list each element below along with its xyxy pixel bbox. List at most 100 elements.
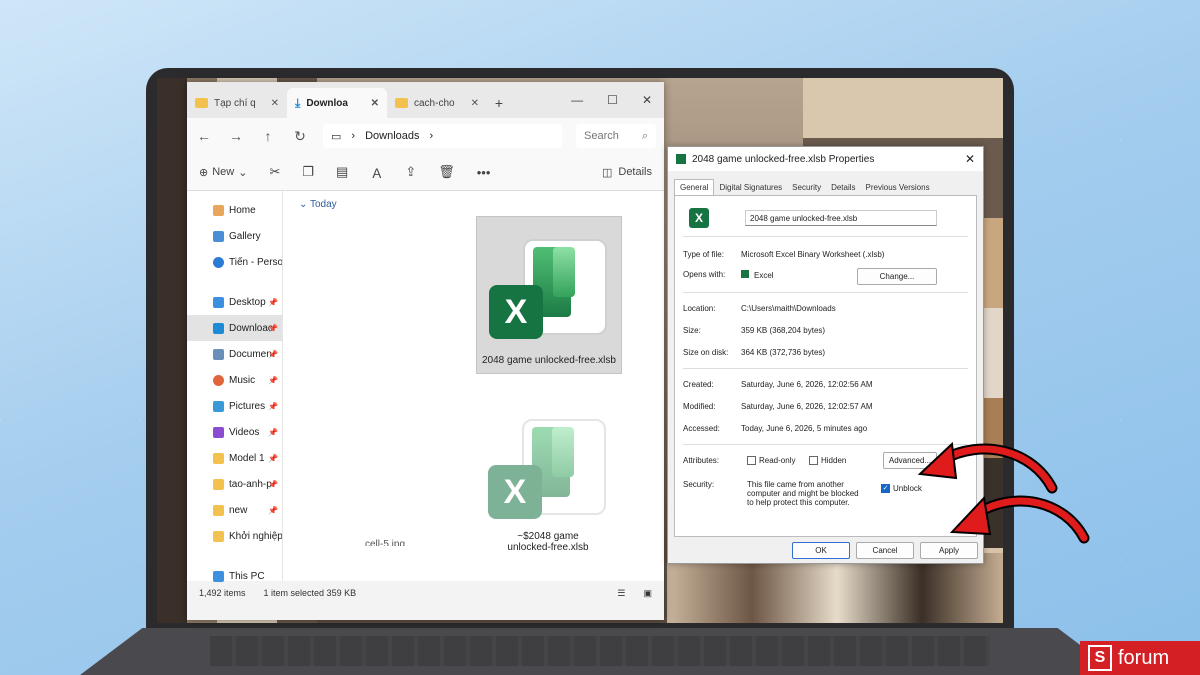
- tab-label: cach-cho: [414, 97, 455, 109]
- back-arrow-icon[interactable]: ←: [195, 128, 213, 144]
- sidebar-item-desktop[interactable]: Desktop 📌: [187, 289, 282, 315]
- ok-button[interactable]: OK: [792, 542, 850, 559]
- dialog-titlebar: 2048 game unlocked-free.xlsb Properties …: [668, 147, 983, 171]
- size-value: 359 KB (368,204 bytes): [741, 326, 826, 335]
- share-icon[interactable]: ⇪: [405, 164, 416, 180]
- checkbox-box[interactable]: [747, 456, 756, 466]
- sidebar-item-documents[interactable]: Documen 📌: [187, 341, 282, 367]
- list-view-icon[interactable]: ☰: [617, 588, 625, 599]
- sidebar-item-tao-anh[interactable]: tao-anh-p 📌: [187, 471, 282, 497]
- modified-value: Saturday, June 6, 2026, 12:02:57 AM: [741, 402, 873, 411]
- sidebar-item-new[interactable]: new 📌: [187, 497, 282, 523]
- window-controls: — ☐ ✕: [559, 82, 664, 118]
- address-bar[interactable]: ▭ › Downloads ›: [323, 124, 562, 148]
- sidebar-item-khoi-nghiep[interactable]: Khởi nghiệp,: [187, 523, 282, 549]
- pin-icon: 📌: [268, 505, 278, 515]
- file-item-selected[interactable]: X 2048 game unlocked-free.xlsb: [476, 216, 622, 374]
- sidebar-item-videos[interactable]: Videos 📌: [187, 419, 282, 445]
- chevron-right-icon[interactable]: ›: [430, 130, 434, 142]
- group-header-today[interactable]: ⌄ Today: [299, 199, 337, 210]
- rename-icon[interactable]: Ａ: [370, 163, 383, 182]
- pin-icon: 📌: [268, 323, 278, 333]
- tab-cach-cho[interactable]: cach-cho ✕: [387, 88, 487, 118]
- copy-icon[interactable]: ❐: [302, 164, 314, 180]
- tab-downloads[interactable]: ⤓ Downloa ✕: [287, 88, 387, 118]
- change-button[interactable]: Change...: [857, 268, 937, 285]
- tile-view-icon[interactable]: ▣: [643, 588, 652, 599]
- folder-icon: [213, 504, 224, 516]
- checkbox-box[interactable]: [809, 456, 818, 466]
- sidebar-item-label: Tiến - Person: [229, 256, 282, 268]
- tab-previous-versions[interactable]: Previous Versions: [861, 180, 935, 195]
- tab-label: Tạp chí q: [214, 97, 256, 109]
- tab-details[interactable]: Details: [826, 180, 860, 195]
- sidebar-item-gallery[interactable]: Gallery: [187, 223, 282, 249]
- search-input[interactable]: Search ⌕: [576, 124, 656, 148]
- delete-icon[interactable]: 🗑: [438, 164, 455, 180]
- folder-icon: [213, 478, 224, 490]
- details-button[interactable]: ◫ Details: [602, 166, 652, 179]
- tab-security[interactable]: Security: [787, 180, 826, 195]
- tab-tap-chi[interactable]: Tạp chí q ✕: [187, 88, 287, 118]
- opens-value: Excel: [741, 270, 774, 280]
- download-icon: ⤓: [295, 95, 301, 110]
- filename-field[interactable]: 2048 game unlocked-free.xlsb: [745, 210, 937, 226]
- pictures-icon: [213, 400, 224, 412]
- folder-icon: [213, 452, 224, 464]
- sidebar-item-downloads[interactable]: Downloac 📌: [187, 315, 282, 341]
- chevron-right-icon: ›: [351, 130, 356, 142]
- close-tab-icon[interactable]: ✕: [271, 98, 279, 109]
- partial-file-name: cell-5.jpg: [364, 539, 406, 546]
- refresh-icon[interactable]: ↻: [291, 128, 309, 145]
- details-label: Details: [618, 166, 652, 178]
- more-options-icon[interactable]: •••: [477, 165, 491, 180]
- plus-circle-icon: ⊕: [199, 166, 209, 179]
- new-tab-button[interactable]: +: [487, 88, 511, 118]
- location-value: C:\Users\maith\Downloads: [741, 304, 836, 313]
- excel-file-icon[interactable]: X: [488, 419, 606, 519]
- new-button[interactable]: ⊕ New ⌄: [199, 166, 247, 179]
- sidebar-item-model-1[interactable]: Model 1 📌: [187, 445, 282, 471]
- close-button[interactable]: ✕: [642, 93, 652, 107]
- pin-icon: 📌: [268, 453, 278, 463]
- sidebar-item-pictures[interactable]: Pictures 📌: [187, 393, 282, 419]
- new-label: New: [212, 166, 235, 178]
- pin-icon: 📌: [268, 427, 278, 437]
- pin-icon: 📌: [268, 297, 278, 307]
- tab-general[interactable]: General: [674, 179, 715, 195]
- tab-digital-signatures[interactable]: Digital Signatures: [714, 180, 787, 195]
- item-count: 1,492 items: [199, 588, 246, 598]
- close-tab-icon[interactable]: ✕: [371, 98, 379, 109]
- dialog-title: 2048 game unlocked-free.xlsb Properties: [692, 153, 875, 165]
- sidebar-item-home[interactable]: Home: [187, 197, 282, 223]
- file-name[interactable]: ~$2048 game unlocked-free.xlsb: [498, 531, 598, 553]
- sidebar-item-this-pc[interactable]: This PC: [187, 563, 282, 589]
- hidden-checkbox[interactable]: Hidden: [809, 456, 846, 466]
- cancel-button[interactable]: Cancel: [856, 542, 914, 559]
- security-label: Security:: [683, 480, 715, 489]
- close-icon[interactable]: ✕: [965, 152, 975, 166]
- created-value: Saturday, June 6, 2026, 12:02:56 AM: [741, 380, 873, 389]
- annotation-arrow-apply: [949, 495, 1090, 544]
- maximize-button[interactable]: ☐: [607, 93, 618, 107]
- folder-icon: [195, 98, 208, 108]
- sidebar-item-onedrive[interactable]: Tiến - Person: [187, 249, 282, 275]
- readonly-checkbox[interactable]: Read-only: [747, 456, 795, 466]
- cut-icon[interactable]: ✂: [269, 164, 280, 180]
- disk-value: 364 KB (372,736 bytes): [741, 348, 826, 357]
- opens-label: Opens with:: [683, 270, 726, 279]
- minimize-button[interactable]: —: [571, 93, 583, 107]
- checkbox-checked[interactable]: ✓: [881, 484, 890, 494]
- properties-dialog: 2048 game unlocked-free.xlsb Properties …: [667, 146, 984, 564]
- modified-label: Modified:: [683, 402, 716, 411]
- breadcrumb-downloads[interactable]: Downloads: [365, 130, 419, 142]
- up-arrow-icon[interactable]: ↑: [259, 128, 277, 144]
- excel-icon: [741, 270, 749, 278]
- size-label: Size:: [683, 326, 701, 335]
- forward-arrow-icon[interactable]: →: [227, 128, 245, 144]
- pin-icon: 📌: [268, 401, 278, 411]
- sidebar-item-music[interactable]: Music 📌: [187, 367, 282, 393]
- paste-icon[interactable]: ▤: [336, 164, 348, 180]
- download-icon: [213, 322, 224, 334]
- close-tab-icon[interactable]: ✕: [471, 98, 479, 109]
